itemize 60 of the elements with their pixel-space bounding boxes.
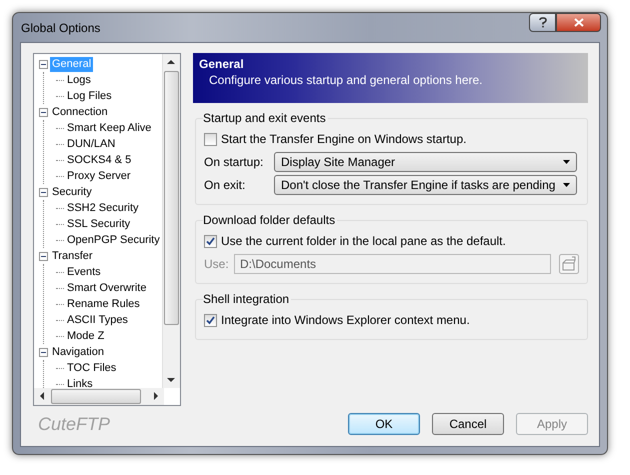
dialog-button[interactable]: Cancel (432, 413, 504, 435)
scroll-thumb[interactable] (51, 389, 141, 404)
dropdown[interactable]: Don't close the Transfer Engine if tasks are pending (274, 175, 577, 195)
dropdown-arrow-icon (563, 160, 570, 164)
scroll-left-icon[interactable] (39, 392, 44, 400)
tree-item[interactable]: Log Files (65, 88, 114, 104)
collapse-icon[interactable] (39, 348, 48, 356)
dropdown[interactable]: Display Site Manager (274, 152, 577, 172)
tree-item[interactable]: Transfer (50, 248, 95, 264)
tree-item[interactable]: Navigation (50, 344, 106, 360)
tree-item[interactable]: Mode Z (65, 328, 106, 344)
collapse-icon[interactable] (39, 108, 48, 116)
page-title: General (199, 57, 245, 71)
tree-item[interactable]: Proxy Server (65, 168, 133, 184)
dialog-button[interactable]: OK (348, 413, 420, 435)
tree-item[interactable]: SOCKS4 & 5 (65, 152, 134, 168)
collapse-icon[interactable] (39, 188, 48, 196)
tree-item[interactable]: Rename Rules (65, 296, 142, 312)
tree-item[interactable]: Events (65, 264, 103, 280)
tree-item[interactable]: TOC Files (65, 360, 118, 376)
field-label: Use: (204, 257, 230, 271)
tree-item[interactable]: SSL Security (65, 216, 132, 232)
collapse-icon[interactable] (39, 60, 48, 68)
tree-item[interactable]: Links (65, 376, 95, 389)
checkbox-label[interactable]: Integrate into Windows Explorer context menu. (221, 313, 470, 327)
tree-item[interactable]: Connection (50, 104, 110, 120)
folder-browse-icon[interactable] (559, 254, 579, 274)
group-title: Shell integration (203, 292, 290, 306)
page-description: Configure various startup and general options here. (209, 73, 484, 87)
tree-item[interactable]: ASCII Types (65, 312, 130, 328)
field-label: On startup: (204, 155, 264, 169)
close-icon (574, 18, 584, 27)
tree-item[interactable]: Smart Overwrite (65, 280, 148, 296)
dropdown-arrow-icon (563, 183, 570, 187)
tree-item[interactable]: DUN/LAN (65, 136, 118, 152)
collapse-icon[interactable] (39, 252, 48, 260)
brand-logo: CuteFTP (37, 414, 112, 434)
help-icon (538, 17, 546, 28)
tree-item[interactable]: SSH2 Security (65, 200, 141, 216)
help-button[interactable] (529, 13, 556, 32)
checkbox[interactable] (204, 314, 217, 326)
group-title: Download folder defaults (203, 213, 336, 227)
tree-item[interactable]: OpenPGP Security (65, 232, 162, 248)
field-label: On exit: (204, 178, 246, 192)
scroll-up-icon[interactable] (167, 59, 175, 64)
group-title: Startup and exit events (203, 111, 327, 125)
scroll-down-icon[interactable] (167, 378, 175, 383)
checkbox[interactable] (204, 132, 217, 146)
checkbox-label[interactable]: Use the current folder in the local pane as the default. (221, 234, 506, 248)
tree-item[interactable]: Smart Keep Alive (65, 120, 154, 136)
tree-item[interactable]: Security (50, 184, 94, 200)
vertical-scrollbar[interactable] (162, 54, 180, 388)
checkbox-label[interactable]: Start the Transfer Engine on Windows startup. (221, 132, 466, 146)
close-button[interactable] (556, 13, 601, 32)
tree-item[interactable]: Logs (65, 72, 93, 88)
scroll-right-icon[interactable] (154, 392, 159, 400)
horizontal-scrollbar[interactable] (34, 388, 164, 405)
checkbox[interactable] (204, 234, 217, 248)
scroll-thumb[interactable] (164, 71, 179, 325)
window-title: Global Options (21, 20, 102, 34)
